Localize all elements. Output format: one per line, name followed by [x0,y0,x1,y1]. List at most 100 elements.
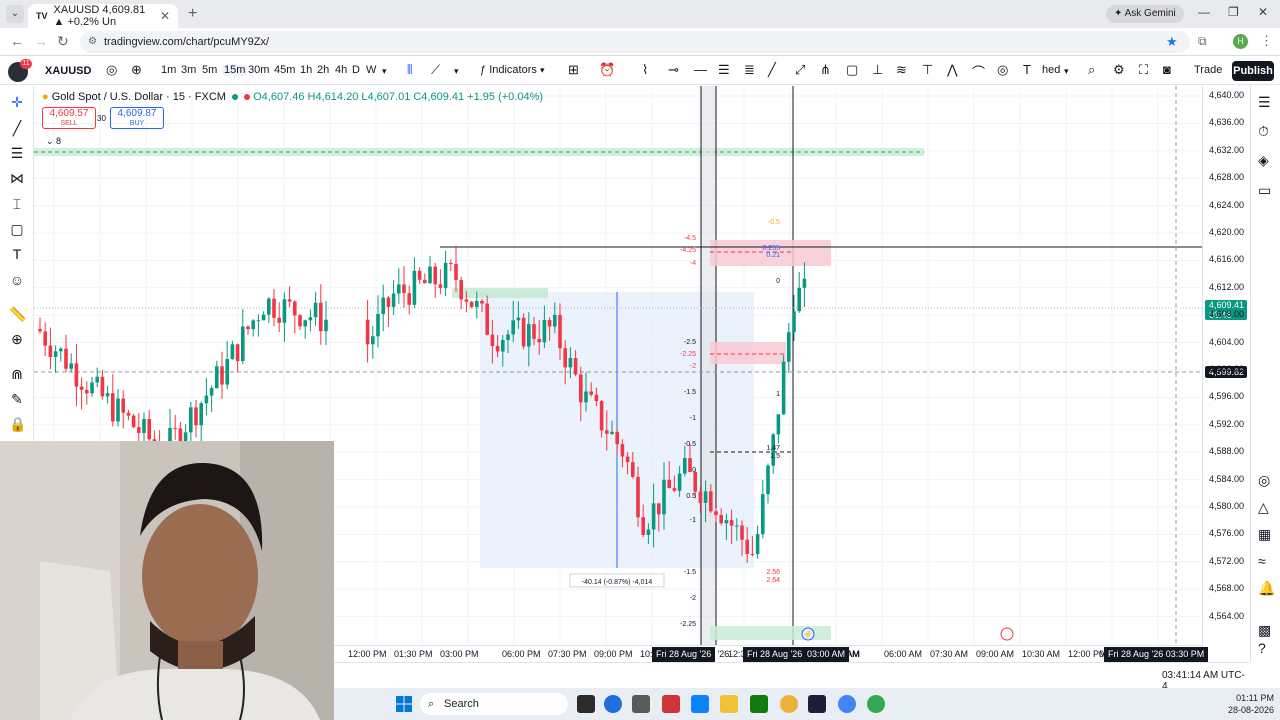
timeframe-2h[interactable]: 2h [317,64,329,76]
timeframe-4h[interactable]: 4h [335,64,347,76]
forward-icon[interactable]: → [34,33,48,49]
shapes-tool-icon[interactable]: ▢ [9,221,25,238]
trend-line-icon[interactable]: ╱ [768,62,776,78]
xbox-icon[interactable] [750,695,768,713]
site-info-icon[interactable]: ⚙ [88,31,97,53]
templates-icon[interactable]: ⊞ [568,62,579,78]
alerts-clock-icon[interactable]: ⏱ [1258,123,1269,140]
browser-tab[interactable]: TV XAUUSD 4,609.81 ▲ +0.2% Un ✕ [28,4,178,28]
outlook-icon[interactable] [604,695,622,713]
pitchfork-icon[interactable]: ⋔ [820,62,831,78]
maximize-icon[interactable]: ❐ [1228,5,1239,19]
app-a-icon[interactable] [691,695,709,713]
user-menu-avatar[interactable]: 11 [8,59,32,82]
timeframe-45m[interactable]: 45m [274,64,295,76]
chrome-icon[interactable] [780,695,798,713]
file-explorer-icon[interactable] [720,695,738,713]
publish-button[interactable]: Publish [1232,61,1274,81]
extensions-icon[interactable]: ⧉ [1198,34,1207,49]
pattern-tool-icon[interactable]: ⋈ [9,170,25,187]
chrome-profile-icon[interactable] [838,695,856,713]
text-tool-icon[interactable]: T [9,246,25,262]
timeframe-1m[interactable]: 1m [161,64,176,76]
chevron-down-icon[interactable]: ▾ [1064,66,1069,77]
notifications-icon[interactable]: 🔔 [1258,580,1275,597]
timeframe-30m[interactable]: 30m [248,64,269,76]
indicators-button[interactable]: ƒ Indicators ▾ [480,64,544,76]
timeframe-d[interactable]: D [352,64,360,76]
buy-button[interactable]: 4,609.87 BUY [110,107,164,129]
timeframe-15m[interactable]: 15m [222,64,248,76]
crosshair-cursor-icon[interactable]: ✛ [9,94,25,111]
ideas-icon[interactable]: △ [1258,499,1269,516]
sell-button[interactable]: 4,609.57 SELL [42,107,96,129]
fullscreen-icon[interactable]: ⛶ [1139,62,1148,78]
price-axis[interactable]: 4,609.41 03:46 4,599.82 4,640.00 4,636.00… [1202,86,1250,662]
timeframe-1h[interactable]: 1h [300,64,312,76]
close-tab-icon[interactable]: ✕ [160,9,170,23]
indicators-collapse-toggle[interactable]: ⌄ 8 [46,136,61,147]
chevron-down-icon[interactable]: ▾ [454,66,459,77]
fib-retracement-icon[interactable]: ≣ [744,62,755,78]
url-field[interactable]: ⚙ tradingview.com/chart/pcuMY9Zx/ [80,31,1190,53]
new-tab-button[interactable]: + [188,5,197,23]
emoji-icon[interactable]: ☺ [9,272,25,288]
zoom-in-icon[interactable]: ⊕ [9,331,25,348]
apps-grid-icon[interactable]: ▩ [1258,622,1271,639]
profile-avatar[interactable]: H [1233,34,1248,49]
layers-icon[interactable]: ◈ [1258,152,1269,169]
chevron-down-icon[interactable]: ▾ [382,66,387,77]
trade-button[interactable]: Trade [1194,64,1222,76]
fib-channel-icon[interactable]: ≋ [896,62,907,78]
watch-icon[interactable]: ◎ [106,62,117,78]
ask-gemini-button[interactable]: ✦ Ask Gemini [1106,5,1184,23]
reload-icon[interactable]: ↻ [57,33,69,50]
calendar-icon[interactable]: ▦ [1258,526,1271,543]
timeframe-3m[interactable]: 3m [181,64,196,76]
app-dark-icon[interactable] [808,695,826,713]
lock-icon[interactable]: 🔒 [9,416,26,433]
crossline-icon[interactable]: ⊤ [922,62,933,78]
projection-tool-icon[interactable]: ⌶ [9,196,25,213]
store-icon[interactable] [632,695,650,713]
app-l-icon[interactable] [662,695,680,713]
trend-line-tool-icon[interactable]: ╱ [9,120,25,137]
minimize-icon[interactable]: — [1198,5,1210,19]
window-close-icon[interactable]: ✕ [1258,5,1268,19]
layout-name[interactable]: hed [1042,64,1060,76]
zoom-search-icon[interactable]: ⌕ [1088,62,1095,78]
bookmark-star-icon[interactable]: ★ [1166,34,1178,50]
target-icon[interactable]: ◎ [1258,472,1270,489]
lock-pencil-icon[interactable]: ✎ [9,391,25,408]
back-icon[interactable]: ← [10,33,24,49]
line-chart-type-icon[interactable]: ⟋ [431,62,440,78]
parallel-channel-icon[interactable]: ☰ [718,62,730,78]
symbol-search[interactable]: XAUUSD [40,62,104,80]
settings-gear-icon[interactable]: ⚙ [1113,62,1125,78]
system-clock[interactable]: 01:11 PM 28-08-2026 [1214,692,1274,716]
timeframe-w[interactable]: W [366,64,376,76]
chat-icon[interactable]: ▭ [1258,182,1271,199]
task-view-icon[interactable] [577,695,595,713]
help-icon[interactable]: ? [1258,640,1266,656]
timeframe-5m[interactable]: 5m [202,64,217,76]
vertical-line-icon[interactable]: ⊥ [872,62,883,78]
magnet-icon[interactable]: ⋒ [9,366,25,383]
alert-icon[interactable]: ⏰ [599,62,615,78]
horizontal-ray-icon[interactable]: ⊸ [668,62,679,78]
camera-icon[interactable]: ◙ [1163,62,1171,77]
ruler-icon[interactable]: 📏 [9,306,26,323]
candles-chart-type-icon[interactable]: ⫴ [407,62,412,78]
stream-icon[interactable]: ≈ [1258,553,1266,569]
browser-menu-icon[interactable]: ⋮ [1260,33,1273,49]
text-tool-icon[interactable]: T [1023,62,1031,77]
compare-symbol-icon[interactable]: ⊕ [131,62,142,78]
path-icon[interactable]: ⋀ [947,62,958,78]
watchlist-icon[interactable]: ☰ [1258,94,1271,111]
fib-tool-icon[interactable]: ☰ [9,145,25,162]
windows-start-icon[interactable] [396,696,412,712]
fib-tool-icon[interactable]: ⌇ [642,62,648,78]
ray-icon[interactable]: ⤢ [795,62,805,78]
horizontal-line-icon[interactable]: — [694,62,707,77]
curve-icon[interactable]: ⌒ [972,62,985,81]
